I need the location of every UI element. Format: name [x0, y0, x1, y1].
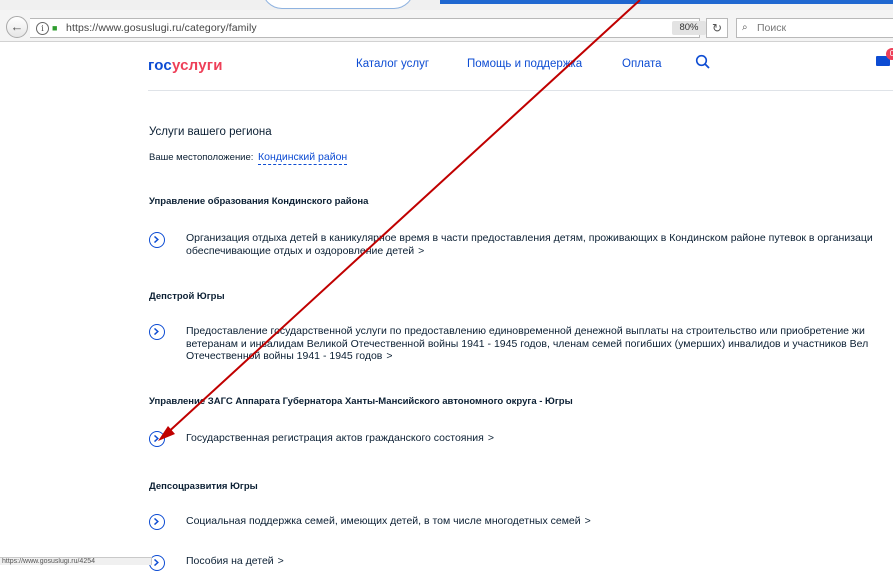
header-divider [148, 90, 893, 91]
nav-help-link[interactable]: Помощь и поддержка [467, 58, 582, 70]
info-icon[interactable]: i [36, 22, 49, 35]
browser-status-url: https://www.gosuslugi.ru/4254 [0, 557, 152, 565]
search-placeholder: Поиск [757, 22, 787, 34]
service-link[interactable]: Социальная поддержка семей, имеющих дете… [186, 515, 591, 528]
arrow-circle-icon[interactable] [149, 514, 165, 530]
department-title: Управление ЗАГС Аппарата Губернатора Хан… [149, 396, 573, 407]
chevron-right-icon: > [584, 515, 591, 527]
search-icon[interactable] [695, 54, 711, 70]
window-title-bar [440, 0, 893, 4]
site-header: госуслуги Каталог услуг Помощь и поддерж… [0, 42, 893, 90]
chevron-right-icon: > [386, 350, 393, 362]
service-link[interactable]: Государственная регистрация актов гражда… [186, 432, 494, 445]
gosuslugi-logo[interactable]: госуслуги [148, 57, 223, 74]
address-bar[interactable]: i ■ https://www.gosuslugi.ru/category/fa… [30, 18, 706, 38]
service-link[interactable]: Предоставление государственной услуги по… [186, 325, 868, 363]
department-title: Депсоцразвития Югры [149, 481, 258, 492]
search-icon: ⌕ [742, 22, 748, 33]
address-url[interactable]: https://www.gosuslugi.ru/category/family [66, 22, 257, 34]
lock-icon[interactable]: ■ [52, 23, 57, 33]
browser-tab[interactable] [262, 0, 414, 9]
back-arrow-icon[interactable]: ← [6, 16, 28, 38]
department-title: Депстрой Югры [149, 291, 225, 302]
location-label: Ваше местоположение: [149, 152, 254, 163]
chevron-right-icon: > [277, 555, 284, 567]
browser-navigation-bar: ← i ■ https://www.gosuslugi.ru/category/… [0, 10, 893, 42]
reload-icon[interactable]: ↻ [706, 18, 728, 38]
service-link[interactable]: Пособия на детей > [186, 555, 284, 568]
nav-catalog-link[interactable]: Каталог услуг [356, 58, 429, 70]
location-link[interactable]: Кондинский район [258, 151, 348, 165]
notification-badge: 0 [886, 48, 893, 60]
region-title: Услуги вашего региона [149, 126, 272, 138]
service-link[interactable]: Организация отдыха детей в каникулярное … [186, 232, 873, 257]
browser-search-input[interactable]: ⌕ Поиск [736, 18, 893, 38]
chevron-right-icon: > [418, 244, 425, 257]
zoom-level[interactable]: 80% [672, 21, 706, 35]
arrow-circle-icon[interactable] [149, 232, 165, 248]
nav-payment-link[interactable]: Оплата [622, 58, 662, 70]
department-title: Управление образования Кондинского район… [149, 196, 369, 207]
chevron-right-icon: > [487, 432, 494, 444]
arrow-circle-icon[interactable] [149, 324, 165, 340]
arrow-circle-icon[interactable] [149, 431, 165, 447]
browser-tab-strip [0, 0, 893, 10]
